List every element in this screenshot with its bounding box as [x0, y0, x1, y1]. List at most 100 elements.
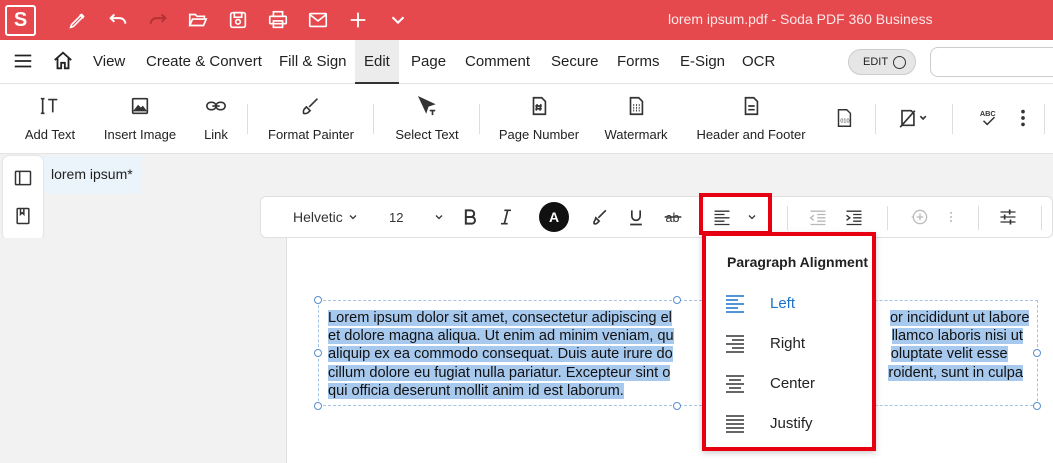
alignment-button-highlight: [699, 193, 772, 235]
print-icon[interactable]: [266, 8, 290, 32]
text-settings-button[interactable]: [997, 197, 1019, 237]
image-icon: [129, 94, 151, 118]
highlighter-icon: [593, 209, 607, 225]
menu-comment[interactable]: Comment: [465, 40, 530, 84]
header-footer-button[interactable]: Header and Footer: [695, 84, 807, 154]
resize-handle[interactable]: [673, 296, 681, 304]
text-line: et dolore magna aliqua. Ut enim ad minim…: [328, 328, 674, 345]
toolbar-divider: [1041, 206, 1042, 230]
text-line: or incididunt ut labore: [889, 310, 1030, 326]
link-button[interactable]: Link: [198, 84, 234, 154]
redact-icon: [895, 106, 931, 130]
text-line: aliquip ex ea commodo consequat. Duis au…: [328, 346, 673, 363]
italic-button[interactable]: [495, 197, 517, 237]
add-list-button[interactable]: [906, 197, 934, 237]
edit-mode-toggle[interactable]: EDIT: [848, 49, 916, 75]
align-right-option[interactable]: Right: [706, 324, 872, 364]
spell-check-button[interactable]: ABC: [976, 84, 1002, 154]
text-line: cillum dolore eu fugiat nulla pariatur. …: [328, 364, 671, 381]
save-icon[interactable]: [226, 8, 250, 32]
decrease-indent-icon: [809, 210, 826, 226]
font-color-button[interactable]: A: [537, 197, 571, 237]
undo-icon[interactable]: [106, 8, 130, 32]
side-panel: [3, 156, 43, 240]
watermark-label: Watermark: [604, 127, 668, 142]
edit-ribbon: Add Text Insert Image Link Format Painte…: [0, 84, 1053, 154]
add-text-button[interactable]: Add Text: [22, 84, 78, 154]
panel-toggle-icon[interactable]: [13, 168, 33, 188]
bookmark-icon[interactable]: [13, 206, 33, 226]
align-right-label: Right: [770, 335, 806, 352]
resize-handle[interactable]: [314, 349, 322, 357]
header-footer-icon: [740, 94, 762, 118]
text-line: roident, sunt in culpa: [888, 364, 1024, 381]
menu-create-convert[interactable]: Create & Convert: [146, 40, 262, 84]
watermark-icon: [625, 94, 647, 118]
menu-secure[interactable]: Secure: [551, 40, 599, 84]
link-label: Link: [204, 127, 228, 142]
resize-handle[interactable]: [673, 402, 681, 410]
select-text-button[interactable]: Select Text: [392, 84, 462, 154]
email-icon[interactable]: [306, 8, 330, 32]
document-tab[interactable]: lorem ipsum*: [44, 156, 142, 194]
more-vertical-icon: [949, 211, 953, 223]
menu-forms[interactable]: Forms: [617, 40, 660, 84]
open-folder-icon[interactable]: [186, 8, 210, 32]
resize-handle[interactable]: [1033, 349, 1041, 357]
more-vertical-icon: [1012, 106, 1034, 130]
link-icon: [205, 94, 227, 118]
page-number-button[interactable]: Page Number: [497, 84, 581, 154]
page-number-icon: [528, 94, 550, 118]
menu-view[interactable]: View: [93, 40, 125, 84]
font-size-select[interactable]: 12: [389, 197, 449, 237]
app-logo[interactable]: S: [5, 5, 36, 36]
watermark-button[interactable]: Watermark: [602, 84, 670, 154]
resize-handle[interactable]: [314, 296, 322, 304]
bold-button[interactable]: [459, 197, 481, 237]
align-center-option[interactable]: Center: [706, 364, 872, 404]
menu-page[interactable]: Page: [411, 40, 446, 84]
search-input[interactable]: [930, 47, 1053, 77]
font-family-value: Helvetic: [293, 209, 343, 225]
cursor-text-icon: [416, 94, 438, 118]
hamburger-menu-icon[interactable]: [12, 50, 34, 74]
ribbon-divider: [1044, 104, 1045, 134]
menu-esign[interactable]: E-Sign: [680, 40, 725, 84]
text-line: Lorem ipsum dolor sit amet, consectetur …: [328, 310, 672, 326]
paragraph-text[interactable]: Lorem ipsum dolor sit amet, consectetur …: [328, 309, 1033, 400]
menu-edit[interactable]: Edit: [355, 40, 399, 84]
workspace-background: [0, 238, 286, 463]
brush-icon: [300, 94, 322, 118]
select-text-label: Select Text: [395, 127, 459, 142]
font-family-select[interactable]: Helvetic: [293, 197, 369, 237]
chevron-down-icon[interactable]: [386, 8, 410, 32]
format-painter-button[interactable]: Format Painter: [266, 84, 356, 154]
plus-icon[interactable]: [346, 8, 370, 32]
align-justify-option[interactable]: Justify: [706, 404, 872, 444]
resize-handle[interactable]: [314, 402, 322, 410]
pen-icon[interactable]: [66, 8, 90, 32]
insert-image-button[interactable]: Insert Image: [101, 84, 179, 154]
menu-fill-sign[interactable]: Fill & Sign: [279, 40, 347, 84]
redo-icon[interactable]: [146, 8, 170, 32]
ribbon-divider: [373, 104, 374, 134]
bates-number-button[interactable]: 010: [831, 84, 857, 154]
home-icon[interactable]: [52, 50, 74, 74]
italic-icon: [501, 209, 511, 225]
redact-dropdown-button[interactable]: [893, 84, 933, 154]
highlight-button[interactable]: [589, 197, 611, 237]
svg-text:ab: ab: [666, 211, 680, 225]
increase-indent-button[interactable]: [843, 197, 865, 237]
header-footer-label: Header and Footer: [696, 127, 806, 142]
align-left-option[interactable]: Left: [706, 284, 872, 324]
list-options-button[interactable]: [944, 197, 958, 237]
selected-text-box[interactable]: Lorem ipsum dolor sit amet, consectetur …: [314, 296, 1041, 410]
window-title: lorem ipsum.pdf - Soda PDF 360 Business: [668, 11, 933, 27]
resize-handle[interactable]: [1033, 402, 1041, 410]
decrease-indent-button[interactable]: [807, 197, 829, 237]
menu-ocr[interactable]: OCR: [742, 40, 775, 84]
ribbon-divider: [247, 104, 248, 134]
more-options-button[interactable]: [1014, 84, 1032, 154]
underline-button[interactable]: [625, 197, 647, 237]
strikethrough-button[interactable]: ab: [661, 197, 685, 237]
